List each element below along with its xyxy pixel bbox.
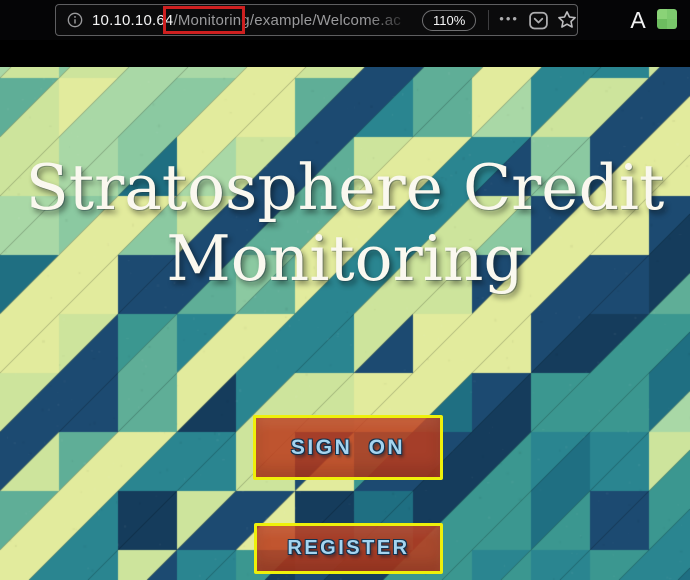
- url-text[interactable]: 10.10.10.64/Monitoring/example/Welcome.a…: [92, 12, 422, 29]
- pocket-save-icon[interactable]: [528, 10, 549, 31]
- page-title: Stratosphere Credit Monitoring: [0, 152, 690, 294]
- url-bar[interactable]: 10.10.10.64/Monitoring/example/Welcome.a…: [55, 4, 578, 36]
- extension-grid-cell: [657, 19, 667, 29]
- site-info-icon[interactable]: [66, 11, 84, 29]
- triangle-pattern-background: [0, 67, 690, 580]
- extension-grid-cell: [667, 9, 677, 19]
- sign-on-button[interactable]: SIGN ON: [253, 415, 443, 480]
- register-button[interactable]: REGISTER: [254, 523, 443, 574]
- extension-grid-cell: [657, 9, 667, 19]
- page-actions-icon[interactable]: •••: [499, 11, 519, 26]
- extension-grid-icon[interactable]: [657, 9, 677, 29]
- url-host: 10.10.10.64: [92, 12, 173, 29]
- bookmark-star-icon[interactable]: [557, 10, 577, 30]
- page-title-line2: Monitoring: [0, 223, 690, 294]
- zoom-level-badge[interactable]: 110%: [422, 10, 476, 31]
- browser-toolbar: 10.10.10.64/Monitoring/example/Welcome.a…: [0, 0, 690, 40]
- page-title-line1: Stratosphere Credit: [0, 152, 690, 223]
- extension-button-a[interactable]: A: [626, 5, 650, 35]
- urlbar-separator: [488, 10, 489, 30]
- annotation-highlight-box: [163, 6, 245, 34]
- screenshot-root: { "browser": { "url": { "host": "10.10.1…: [0, 0, 690, 580]
- page-content: Stratosphere Credit Monitoring SIGN ON R…: [0, 40, 690, 580]
- extension-grid-cell: [667, 19, 677, 29]
